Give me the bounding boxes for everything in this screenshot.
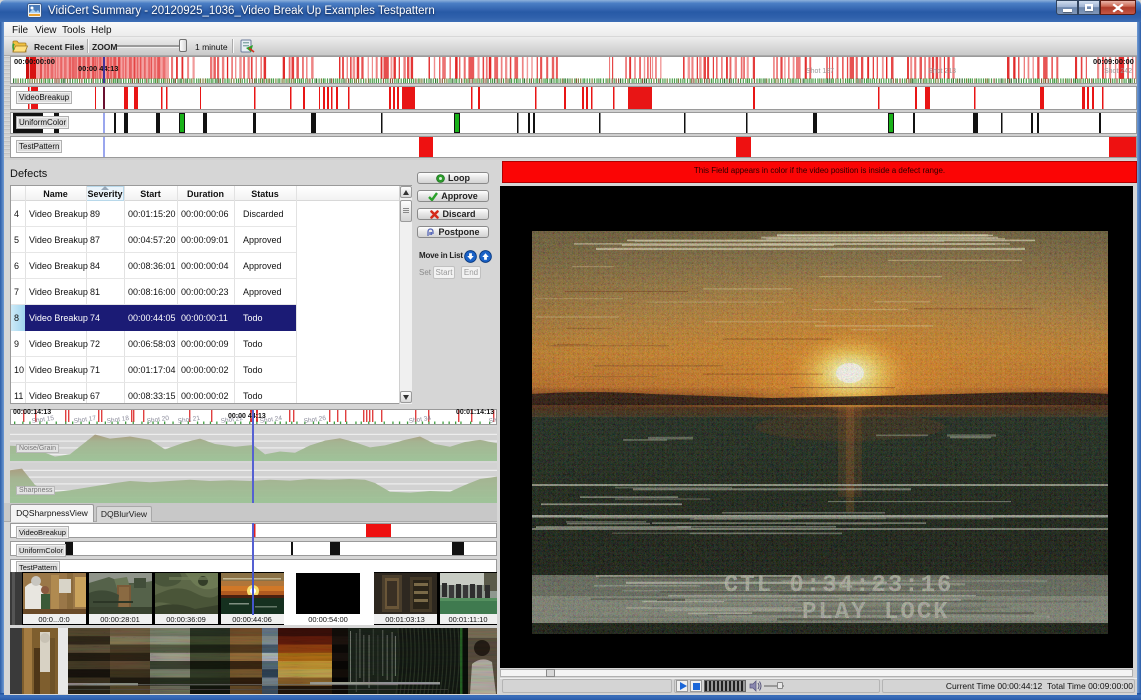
svg-text:Shot 26: Shot 26 xyxy=(303,415,327,424)
svg-text:Shot 20: Shot 20 xyxy=(146,415,170,424)
svg-text:Shot 18: Shot 18 xyxy=(106,415,130,424)
svg-text:00:01:11:10: 00:01:11:10 xyxy=(448,615,487,624)
svg-text:00:00:54:00: 00:00:54:00 xyxy=(308,615,348,624)
svg-text:Shot 15: Shot 15 xyxy=(31,415,55,424)
svg-text:Shot 17: Shot 17 xyxy=(73,415,97,424)
svg-text:00:01:03:13: 00:01:03:13 xyxy=(385,615,425,624)
svg-text:00:00:28:01: 00:00:28:01 xyxy=(100,615,140,624)
svg-text:00:00:36:09: 00:00:36:09 xyxy=(166,615,206,624)
svg-text:00:0...0:0: 00:0...0:0 xyxy=(38,615,69,624)
svg-text:00:00:44:06: 00:00:44:06 xyxy=(232,615,272,624)
svg-text:Sho: Sho xyxy=(488,416,496,424)
